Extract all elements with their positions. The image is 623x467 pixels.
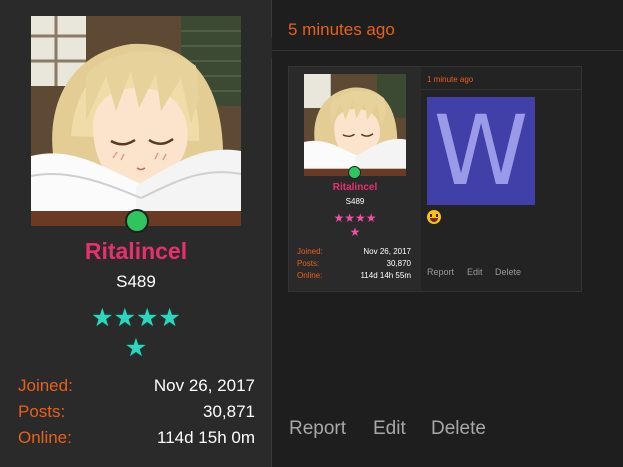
divider <box>272 50 623 51</box>
quoted-username: Ritalincel <box>332 182 378 193</box>
joined-label: Joined: <box>18 376 73 395</box>
quoted-divider <box>421 89 581 90</box>
quoted-joined-value: Nov 26, 2017 <box>363 247 411 256</box>
posts-label: Posts: <box>18 402 66 421</box>
report-button[interactable]: Report <box>289 418 346 440</box>
joined-value: Nov 26, 2017 <box>153 376 255 395</box>
avatar[interactable] <box>31 16 241 226</box>
embedded-post-image: Ritalincel S489 ★★★★ ★ Joined: Nov 26, 2… <box>288 66 582 292</box>
quoted-delete: Delete <box>495 267 522 277</box>
quoted-posts-value: 30,870 <box>386 259 411 268</box>
rank-stars-icon: ★★★★ <box>91 304 181 332</box>
w-letter: W <box>433 95 529 207</box>
quoted-online-icon <box>348 166 361 179</box>
post-body: 5 minutes ago Ritalincel S489 ★★★★ ★ Joi… <box>261 0 623 467</box>
quoted-online-label: Online: <box>297 271 323 280</box>
delete-button[interactable]: Delete <box>431 418 486 440</box>
quoted-report: Report <box>427 267 455 277</box>
post-timestamp[interactable]: 5 minutes ago <box>288 20 395 40</box>
author-panel: Ritalincel S489 ★★★★ ★ Joined: Nov 26, 2… <box>0 0 272 467</box>
online-status-icon <box>125 209 149 233</box>
avatar-image <box>31 16 241 226</box>
quoted-joined-label: Joined: <box>297 247 323 256</box>
edit-button[interactable]: Edit <box>373 418 406 440</box>
quoted-author-panel: Ritalincel S489 ★★★★ ★ Joined: Nov 26, 2… <box>289 67 421 291</box>
quoted-online-value: 114d 14h 55m <box>360 271 411 280</box>
speech-pointer <box>261 37 272 59</box>
grinning-tongue-emoji-icon <box>427 210 441 224</box>
w-logo-image: W <box>427 97 535 205</box>
quoted-edit: Edit <box>467 267 483 277</box>
quoted-timestamp: 1 minute ago <box>427 75 474 84</box>
author-username[interactable]: Ritalincel <box>0 238 272 265</box>
quoted-stars-icon: ★★★★ <box>333 211 377 225</box>
online-label: Online: <box>18 428 72 447</box>
author-title: S489 <box>116 272 156 291</box>
rank-star-icon: ★ <box>124 334 148 362</box>
quoted-avatar <box>304 74 406 176</box>
quoted-posts-label: Posts: <box>297 259 320 268</box>
quoted-title: S489 <box>345 197 365 206</box>
quoted-star-icon: ★ <box>349 225 361 239</box>
online-value: 114d 15h 0m <box>157 428 255 447</box>
posts-value: 30,871 <box>203 402 255 421</box>
